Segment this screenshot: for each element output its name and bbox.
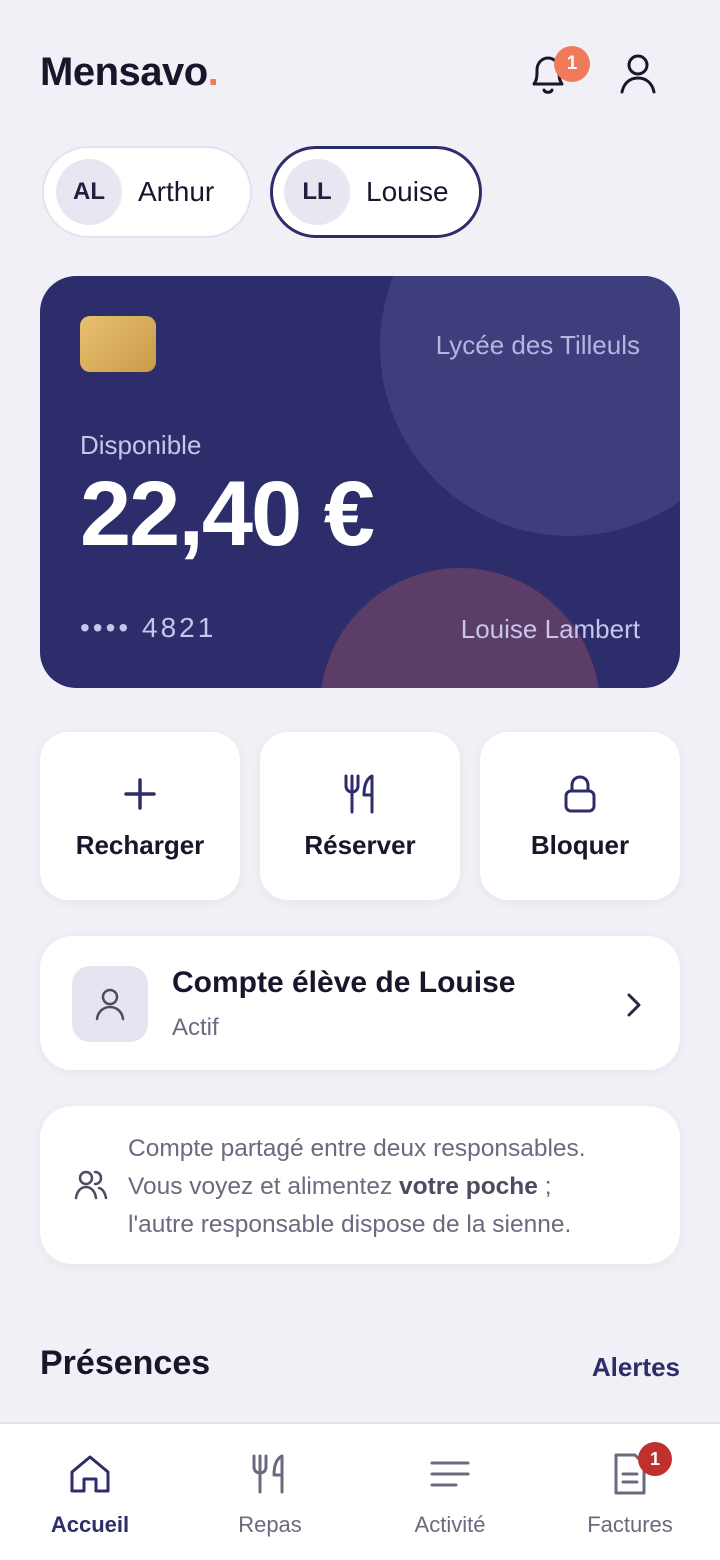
tab-invoices[interactable]: 1 Factures (540, 1424, 720, 1560)
section-title: Présences (40, 1344, 211, 1382)
child-chip-arthur[interactable]: AL Arthur (42, 146, 252, 238)
list-icon (428, 1452, 472, 1496)
child-name: Arthur (138, 176, 215, 207)
home-icon (68, 1452, 112, 1496)
student-account-row[interactable]: Compte élève de Louise Actif (40, 936, 680, 1070)
chevron-right-icon (624, 992, 644, 1018)
card-holder: Louise Lambert (460, 614, 640, 644)
tab-meals[interactable]: Repas (180, 1424, 360, 1560)
reserve-button[interactable]: Réserver (260, 732, 460, 900)
balance-amount: 22,40 € (80, 463, 375, 565)
bottom-nav: Accueil Repas Activité 1 Factures (0, 1422, 720, 1560)
avatar: AL (56, 159, 122, 225)
card-decoration (380, 276, 680, 536)
card-number: •••• 4821 (80, 612, 217, 643)
tab-activity[interactable]: Activité (360, 1424, 540, 1560)
lock-icon (558, 772, 602, 816)
shared-account-notice: Compte partagé entre deux responsables. … (40, 1106, 680, 1264)
tab-home[interactable]: Accueil (0, 1424, 180, 1560)
child-name: Louise (366, 176, 449, 207)
balance-label: Disponible (80, 430, 202, 460)
card-chip-icon (80, 316, 156, 372)
fork-knife-icon (248, 1452, 292, 1496)
alerts-link[interactable]: Alertes (592, 1352, 680, 1383)
child-selector: AL Arthur LL Louise (42, 146, 482, 238)
document-icon: 1 (608, 1442, 672, 1496)
plus-icon (118, 772, 162, 816)
users-icon (74, 1168, 108, 1202)
notice-text: Compte partagé entre deux responsables. … (128, 1135, 586, 1238)
account-status: Actif (172, 1014, 219, 1041)
app-header: Mensavo. 1 (40, 44, 680, 104)
child-chip-louise[interactable]: LL Louise (270, 146, 482, 238)
user-icon (95, 988, 125, 1021)
avatar: LL (284, 159, 350, 225)
avatar (72, 966, 148, 1042)
school-name: Lycée des Tilleuls (435, 330, 640, 360)
recharge-button[interactable]: Recharger (40, 732, 240, 900)
notification-badge: 1 (554, 46, 590, 82)
user-icon (620, 54, 656, 94)
fork-knife-icon (338, 772, 382, 816)
notifications-button[interactable]: 1 (526, 46, 590, 98)
quick-actions: Recharger Réserver Bloquer (40, 732, 680, 900)
block-button[interactable]: Bloquer (480, 732, 680, 900)
profile-button[interactable] (618, 52, 658, 96)
account-title: Compte élève de Louise (172, 966, 516, 999)
attendance-section-header: Présences Alertes (40, 1344, 680, 1394)
invoice-badge: 1 (638, 1442, 672, 1476)
brand-logo: Mensavo. (40, 50, 219, 94)
student-card[interactable]: Lycée des Tilleuls Disponible 22,40 € ••… (40, 276, 680, 688)
